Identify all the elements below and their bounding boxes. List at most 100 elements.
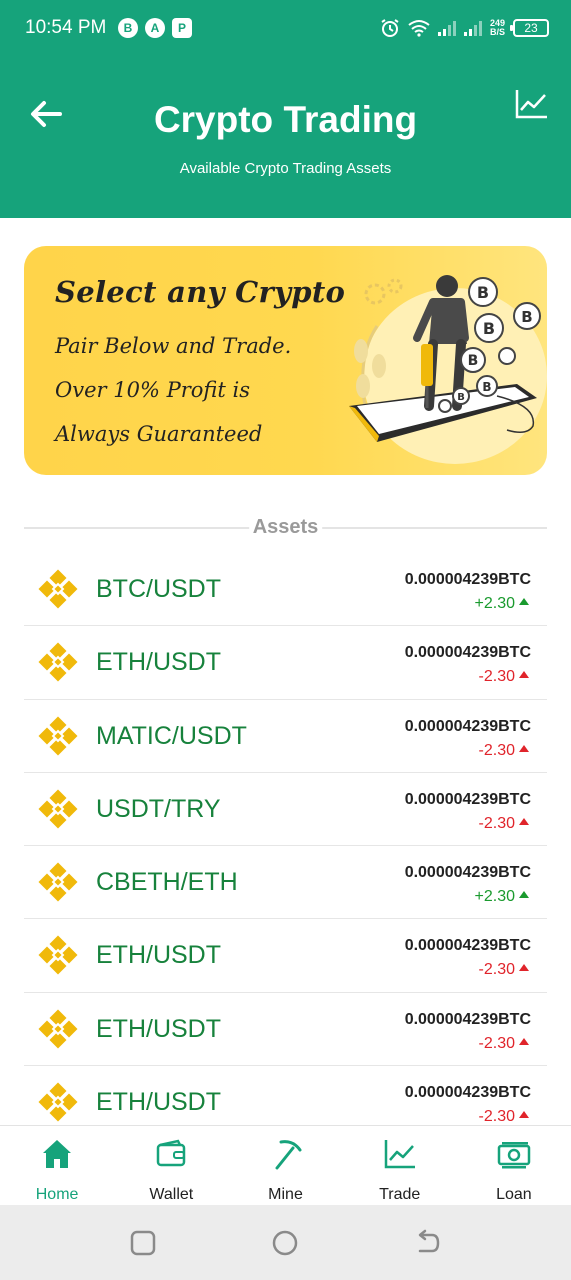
binance-coin-icon <box>38 716 78 756</box>
asset-change: -2.30 <box>479 1108 529 1125</box>
banner-line-1: Pair Below and Trade. <box>55 334 292 358</box>
asset-price: 0.000004239BTC <box>404 864 531 882</box>
asset-row[interactable]: BTC/USDT 0.000004239BTC +2.30 <box>24 553 547 627</box>
asset-pair: BTC/USDT <box>96 575 221 603</box>
nav-mine-label: Mine <box>268 1186 303 1203</box>
asset-price: 0.000004239BTC <box>404 717 531 735</box>
asset-change-value: -2.30 <box>478 741 515 759</box>
binance-coin-icon <box>38 862 78 902</box>
network-speed-unit: B/S <box>489 27 505 37</box>
asset-change: -2.30 <box>479 1035 529 1053</box>
nav-trade-label: Trade <box>379 1186 421 1203</box>
triangle-up-red-icon <box>519 817 529 825</box>
asset-change-value: -2.30 <box>478 1108 515 1125</box>
network-speed: 249 B/S <box>490 19 505 37</box>
asset-row[interactable]: USDT/TRY 0.000004239BTC -2.30 <box>24 773 547 847</box>
asset-price: 0.000004239BTC <box>404 644 531 662</box>
asset-change: -2.30 <box>479 961 529 979</box>
triangle-up-red-icon <box>519 1037 529 1045</box>
asset-price: 0.000004239BTC <box>404 571 531 588</box>
nav-loan[interactable]: Loan <box>457 1126 571 1205</box>
asset-price: 0.000004239BTC <box>404 1010 531 1028</box>
asset-price: 0.000004239BTC <box>404 1084 531 1102</box>
status-bar: 10:54 PM B A P 249 B/S 23 <box>0 0 571 58</box>
asset-row[interactable]: ETH/USDT 0.000004239BTC -2.30 <box>24 1066 547 1125</box>
recent-apps-icon[interactable] <box>129 1229 157 1257</box>
asset-pair: ETH/USDT <box>96 941 221 970</box>
asset-change-value: +2.30 <box>474 595 515 612</box>
chart-icon[interactable] <box>515 88 549 120</box>
triangle-up-icon <box>519 598 529 605</box>
signal-2-icon <box>463 21 482 36</box>
banner-line-2: Over 10% Profit is <box>55 378 250 402</box>
asset-row[interactable]: CBETH/ETH 0.000004239BTC +2.30 <box>24 846 547 920</box>
asset-change: -2.30 <box>479 668 529 686</box>
asset-price: 0.000004239BTC <box>404 937 531 955</box>
asset-change-value: -2.30 <box>478 668 515 686</box>
home-icon <box>43 1140 72 1168</box>
nav-mine[interactable]: Mine <box>228 1126 342 1205</box>
banner-line-3: Always Guaranteed <box>55 422 263 446</box>
notification-a-icon: A <box>145 18 165 38</box>
binance-coin-icon <box>38 935 78 975</box>
asset-row[interactable]: ETH/USDT 0.000004239BTC -2.30 <box>24 626 547 700</box>
nav-home[interactable]: Home <box>0 1126 114 1205</box>
battery-indicator: 23 <box>510 19 549 37</box>
nav-home-label: Home <box>35 1186 79 1203</box>
notification-p-icon: P <box>172 18 192 38</box>
promo-banner[interactable]: Select any Crypto Pair Below and Trade. … <box>24 246 547 475</box>
svg-text:B: B <box>457 392 465 403</box>
svg-text:B: B <box>521 308 532 326</box>
triangle-up-red-icon <box>519 671 529 679</box>
triangle-up-icon <box>519 891 529 899</box>
binance-coin-icon <box>38 1009 78 1049</box>
assets-section-header: Assets <box>24 514 547 544</box>
triangle-up-red-icon <box>519 964 529 972</box>
asset-change-value: -2.30 <box>478 814 515 832</box>
notification-b-icon: B <box>118 18 138 38</box>
banknote-icon <box>497 1142 531 1169</box>
nav-loan-label: Loan <box>496 1186 532 1203</box>
asset-pair: ETH/USDT <box>96 1014 221 1043</box>
signal-1-icon <box>437 21 456 36</box>
asset-pair: USDT/TRY <box>96 794 221 823</box>
asset-change: +2.30 <box>475 595 529 613</box>
nav-trade[interactable]: Trade <box>343 1126 457 1205</box>
binance-coin-icon <box>38 789 78 829</box>
asset-change: +2.30 <box>475 888 529 906</box>
svg-text:B: B <box>483 319 495 338</box>
triangle-up-red-icon <box>519 744 529 752</box>
back-system-icon[interactable] <box>414 1229 442 1257</box>
asset-pair: CBETH/ETH <box>96 868 238 897</box>
binance-coin-icon <box>38 1082 78 1122</box>
system-navigation-bar <box>0 1205 571 1280</box>
assets-section-label: Assets <box>248 516 323 539</box>
page-subtitle: Available Crypto Trading Assets <box>179 160 392 177</box>
asset-row[interactable]: ETH/USDT 0.000004239BTC -2.30 <box>24 993 547 1067</box>
bottom-navigation: Home Wallet Mine Trade Loan <box>0 1125 571 1205</box>
nav-wallet-label: Wallet <box>149 1186 194 1203</box>
asset-change-value: +2.30 <box>474 888 515 906</box>
asset-row[interactable]: ETH/USDT 0.000004239BTC -2.30 <box>24 919 547 993</box>
asset-pair: ETH/USDT <box>96 1088 221 1117</box>
banner-headline: Select any Crypto <box>55 275 346 309</box>
home-circle-icon[interactable] <box>271 1229 299 1257</box>
asset-change-value: -2.30 <box>478 1034 515 1052</box>
binance-coin-icon <box>38 569 78 609</box>
svg-text:B: B <box>477 283 489 302</box>
alarm-icon <box>381 19 399 37</box>
chart-line-icon <box>384 1140 415 1169</box>
wifi-icon <box>408 20 430 37</box>
asset-change: -2.30 <box>479 815 529 833</box>
nav-wallet[interactable]: Wallet <box>114 1126 228 1205</box>
app-header: 10:54 PM B A P 249 B/S 23 Crypto Trading… <box>0 0 571 218</box>
bitcoin-miner-illustration: B B B B B B <box>349 275 547 464</box>
asset-list[interactable]: BTC/USDT 0.000004239BTC +2.30 ETH/USDT 0.000… <box>24 553 547 1125</box>
page-title: Crypto Trading <box>153 99 418 140</box>
binance-coin-icon <box>38 642 78 682</box>
asset-pair: ETH/USDT <box>96 648 221 677</box>
asset-pair: MATIC/USDT <box>96 721 247 750</box>
pickaxe-icon <box>275 1140 301 1170</box>
asset-row[interactable]: MATIC/USDT 0.000004239BTC -2.30 <box>24 700 547 773</box>
triangle-up-red-icon <box>519 1111 529 1119</box>
